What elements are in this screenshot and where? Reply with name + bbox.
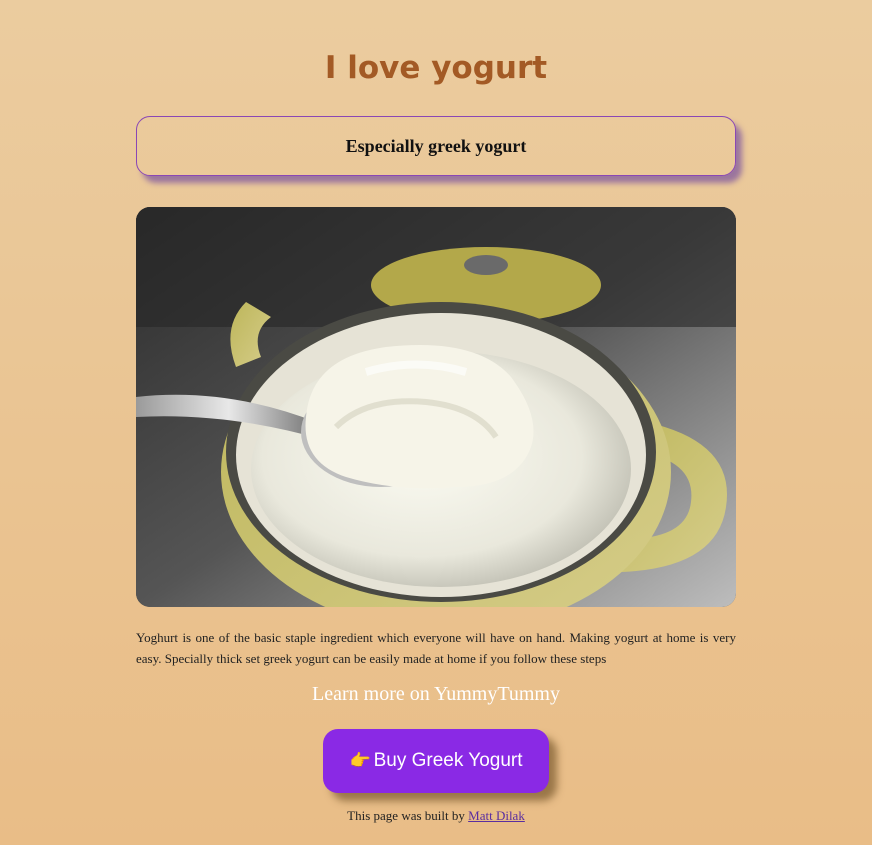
- page-title: I love yogurt: [324, 50, 548, 86]
- subtitle-box: Especially greek yogurt: [136, 116, 736, 176]
- page-container: I love yogurt Especially greek yogurt Yo…: [136, 0, 736, 824]
- footer-prefix: This page was built by: [347, 808, 469, 823]
- subtitle-text: Especially greek yogurt: [345, 135, 527, 156]
- description-text: Yoghurt is one of the basic staple ingre…: [136, 630, 736, 666]
- buy-greek-yogurt-button[interactable]: 👉 Buy Greek Yogurt: [323, 729, 549, 793]
- pointing-hand-icon: 👉: [349, 751, 371, 770]
- author-link[interactable]: Matt Dilak: [468, 808, 525, 823]
- buy-button-label: Buy Greek Yogurt: [373, 750, 523, 771]
- yogurt-photo-illustration: [136, 207, 736, 607]
- learn-more-link[interactable]: Learn more on YummyTummy: [136, 682, 736, 706]
- yogurt-photo: [136, 207, 736, 607]
- buy-row: 👉 Buy Greek Yogurt: [136, 729, 736, 793]
- footer: This page was built by Matt Dilak: [136, 808, 736, 824]
